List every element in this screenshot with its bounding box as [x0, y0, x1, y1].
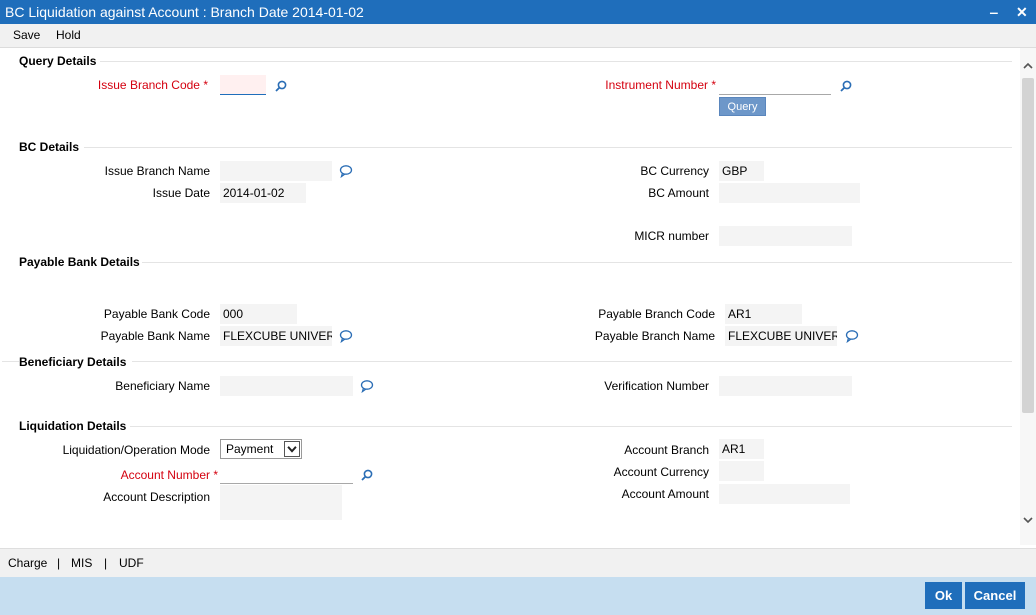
payable-branch-code-field[interactable]: AR1 — [725, 304, 802, 324]
close-icon[interactable]: ✕ — [1016, 0, 1028, 24]
issue-date-field[interactable]: 2014-01-02 — [220, 183, 306, 203]
speech-bubble-icon[interactable] — [845, 329, 859, 343]
search-icon[interactable] — [360, 468, 374, 482]
scrollbar-thumb[interactable] — [1022, 78, 1034, 413]
section-divider — [130, 426, 1012, 427]
payable-branch-name-label: Payable Branch Name — [594, 329, 715, 343]
save-menu-item[interactable]: Save — [13, 28, 40, 42]
liquidation-mode-value: Payment — [226, 442, 274, 456]
account-number-label: Account Number * — [121, 468, 218, 482]
section-divider — [100, 61, 1012, 62]
payable-bank-details-heading: Payable Bank Details — [19, 255, 140, 269]
bc-currency-label: BC Currency — [640, 164, 709, 178]
query-details-heading: Query Details — [19, 54, 97, 68]
chevron-up-icon[interactable] — [1022, 60, 1034, 72]
account-branch-label: Account Branch — [624, 443, 709, 457]
payable-bank-name-label: Payable Bank Name — [100, 329, 210, 343]
payable-branch-name-field[interactable]: FLEXCUBE UNIVER — [725, 326, 837, 346]
micr-number-field[interactable] — [719, 226, 852, 246]
chevron-down-icon[interactable] — [284, 441, 300, 457]
payable-branch-code-label: Payable Branch Code — [598, 307, 715, 321]
payable-bank-name-field[interactable]: FLEXCUBE UNIVER — [220, 326, 332, 346]
account-description-label: Account Description — [103, 490, 210, 504]
speech-bubble-icon[interactable] — [339, 164, 353, 178]
main-form: Query Details Issue Branch Code * Instru… — [0, 48, 1020, 545]
vertical-scrollbar[interactable] — [1020, 48, 1036, 545]
cancel-button[interactable]: Cancel — [965, 582, 1025, 609]
tab-divider: | — [57, 556, 61, 570]
issue-date-label: Issue Date — [152, 186, 210, 200]
tab-mis[interactable]: MIS — [71, 556, 92, 570]
issue-branch-code-input[interactable] — [220, 75, 266, 95]
bc-amount-label: BC Amount — [648, 186, 709, 200]
required-mark: * — [711, 78, 716, 92]
menu-bar: Save Hold — [0, 24, 1036, 48]
footer-bar: Ok Cancel — [0, 577, 1036, 615]
instrument-number-label: Instrument Number * — [605, 78, 716, 92]
speech-bubble-icon[interactable] — [360, 379, 374, 393]
beneficiary-name-label: Beneficiary Name — [115, 379, 210, 393]
minimize-icon[interactable]: ‒ — [990, 0, 998, 24]
liquidation-details-heading: Liquidation Details — [19, 419, 127, 433]
account-number-input[interactable] — [220, 464, 353, 484]
account-number-label-text: Account Number — [120, 468, 210, 482]
account-currency-label: Account Currency — [613, 465, 709, 479]
section-divider — [142, 262, 1012, 263]
payable-bank-code-field[interactable]: 000 — [220, 304, 297, 324]
window-title: BC Liquidation against Account : Branch … — [5, 4, 364, 20]
tab-udf[interactable]: UDF — [119, 556, 144, 570]
window-titlebar: BC Liquidation against Account : Branch … — [0, 0, 1036, 24]
micr-number-label: MICR number — [634, 229, 709, 243]
search-icon[interactable] — [274, 79, 288, 93]
verification-number-field[interactable] — [719, 376, 852, 396]
bc-currency-field[interactable]: GBP — [719, 161, 764, 181]
instrument-number-input[interactable] — [719, 75, 831, 95]
query-button[interactable]: Query — [719, 97, 766, 116]
issue-branch-name-field[interactable] — [220, 161, 332, 181]
section-divider — [84, 147, 1012, 148]
account-amount-field[interactable] — [719, 484, 850, 504]
liquidation-mode-select[interactable]: Payment — [220, 439, 302, 459]
payable-bank-code-label: Payable Bank Code — [103, 307, 210, 321]
bc-amount-field[interactable] — [719, 183, 860, 203]
issue-branch-code-label: Issue Branch Code * — [98, 78, 208, 92]
tab-divider: | — [104, 556, 108, 570]
verification-number-label: Verification Number — [604, 379, 709, 393]
hold-menu-item[interactable]: Hold — [56, 28, 81, 42]
speech-bubble-icon[interactable] — [339, 329, 353, 343]
account-amount-label: Account Amount — [621, 487, 709, 501]
beneficiary-name-field[interactable] — [220, 376, 353, 396]
tab-charge[interactable]: Charge — [8, 556, 47, 570]
account-branch-field[interactable]: AR1 — [719, 439, 764, 459]
chevron-down-icon[interactable] — [1022, 514, 1034, 526]
issue-branch-name-label: Issue Branch Name — [104, 164, 210, 178]
ok-button[interactable]: Ok — [925, 582, 962, 609]
subsystem-tabs: Charge | MIS | UDF — [0, 548, 1036, 577]
bc-details-heading: BC Details — [19, 140, 80, 154]
instrument-number-label-text: Instrument Number — [605, 78, 708, 92]
liquidation-mode-label: Liquidation/Operation Mode — [62, 443, 210, 457]
search-icon[interactable] — [839, 79, 853, 93]
account-currency-field[interactable] — [719, 461, 764, 481]
section-divider — [2, 361, 1012, 362]
beneficiary-details-heading: Beneficiary Details — [19, 355, 133, 369]
required-mark: * — [213, 468, 218, 482]
required-mark: * — [203, 78, 208, 92]
issue-branch-code-label-text: Issue Branch Code — [97, 78, 200, 92]
account-description-field[interactable] — [220, 485, 342, 520]
